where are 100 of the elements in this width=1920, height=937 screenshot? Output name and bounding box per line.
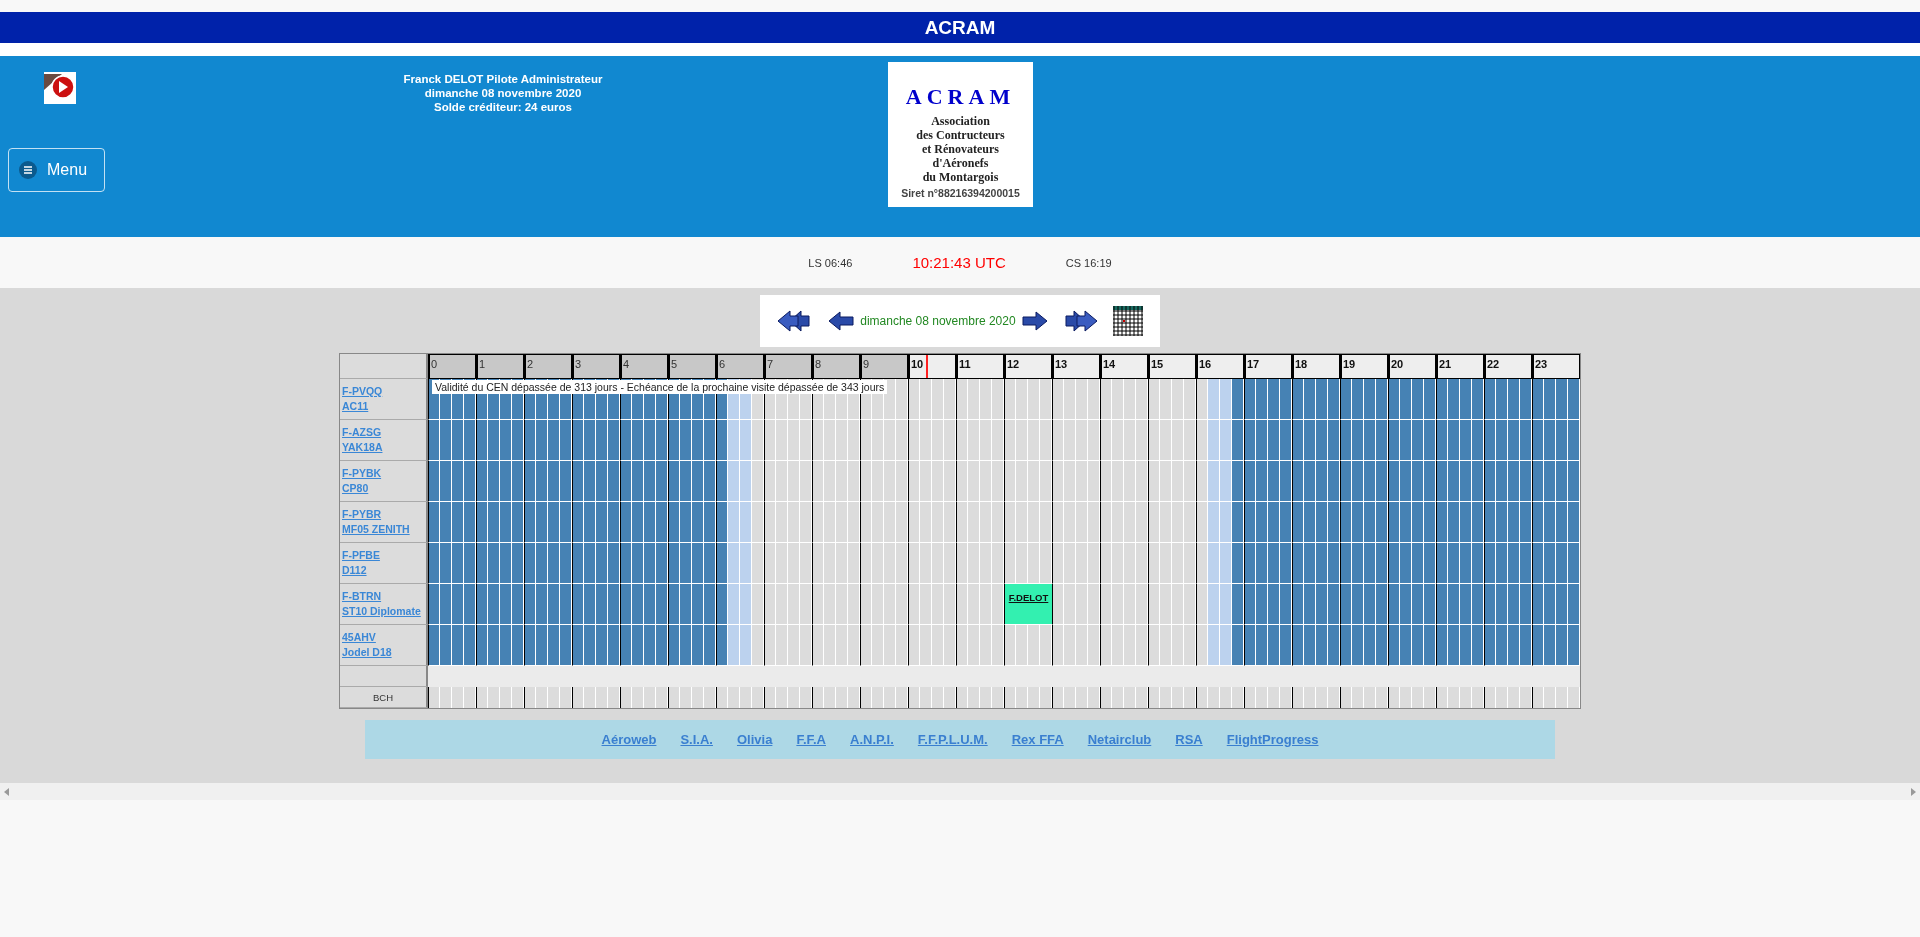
external-link[interactable]: F.F.A [796, 732, 826, 747]
hour-label: 0 [431, 358, 438, 370]
aircraft-registration-link[interactable]: F-PFBE [342, 548, 426, 563]
external-link[interactable]: S.I.A. [680, 732, 713, 747]
user-info-line: Franck DELOT Pilote Administrateur [403, 72, 603, 86]
bch-slot[interactable] [428, 687, 440, 708]
bch-label: BCH [372, 691, 394, 703]
external-link[interactable]: RSA [1175, 732, 1203, 747]
site-title: ACRAM [924, 16, 996, 39]
siret-number: Siret n°88216394200015 [901, 187, 1020, 199]
hour-label: 23 [1535, 358, 1548, 370]
aircraft-model-link[interactable]: Jodel D18 [342, 645, 426, 660]
external-link[interactable]: FlightProgress [1226, 732, 1319, 747]
bch-slot[interactable] [1484, 687, 1496, 708]
external-link[interactable]: Rex FFA [1011, 732, 1064, 747]
bch-slot[interactable] [860, 687, 872, 708]
hour-label: 17 [1247, 358, 1260, 370]
booking-pilot-link[interactable]: F.DELOT [1008, 592, 1049, 624]
hour-label: 3 [575, 358, 582, 370]
external-link[interactable]: Aéroweb [601, 732, 657, 747]
logo-text: Association [931, 114, 990, 128]
bch-slot[interactable] [572, 687, 584, 708]
hour-label: 11 [959, 358, 971, 370]
hour-label: 19 [1343, 358, 1356, 370]
hour-label: 16 [1199, 358, 1212, 370]
bch-slot[interactable] [1148, 687, 1160, 708]
scroll-left-icon[interactable] [4, 787, 10, 796]
hour-label: 5 [671, 358, 678, 370]
hour-label: 1 [479, 358, 486, 370]
previous-day-icon[interactable] [828, 310, 855, 332]
bch-slot[interactable] [1436, 687, 1448, 708]
bch-slot[interactable] [812, 687, 824, 708]
hour-label: 2 [527, 358, 534, 370]
bch-slot[interactable] [1340, 687, 1352, 708]
bch-slot[interactable] [620, 687, 632, 708]
scroll-right-icon[interactable] [1910, 787, 1916, 796]
logo-title: ACRAM [905, 84, 1016, 110]
external-link[interactable]: A.N.P.I. [850, 732, 894, 747]
utc-clock: 10:21:43 UTC [912, 254, 1006, 271]
bch-slot[interactable] [1100, 687, 1112, 708]
previous-week-icon[interactable] [776, 310, 810, 332]
menu-icon [19, 161, 37, 179]
bch-slot[interactable] [1292, 687, 1304, 708]
hour-label: 13 [1055, 358, 1068, 370]
user-info-line: Solde créditeur: 24 euros [433, 100, 572, 114]
bch-slot[interactable] [1052, 687, 1064, 708]
external-link[interactable]: Netairclub [1087, 732, 1152, 747]
aircraft-registration-link[interactable]: F-PVQQ [342, 384, 426, 399]
bch-slot[interactable] [1532, 687, 1544, 708]
bch-slot[interactable] [1004, 687, 1016, 708]
hour-label: 4 [623, 358, 630, 370]
logo-text: des Contructeurs [916, 128, 1005, 142]
next-day-icon[interactable] [1021, 310, 1048, 332]
bch-slot[interactable] [716, 687, 728, 708]
hour-label: 8 [815, 358, 822, 370]
horizontal-scrollbar[interactable] [0, 783, 1920, 800]
aircraft-model-link[interactable]: AC11 [342, 399, 426, 414]
hour-label: 6 [719, 358, 726, 370]
hour-label: 7 [767, 358, 774, 370]
aircraft-model-link[interactable]: D112 [342, 563, 426, 578]
bch-slot[interactable] [956, 687, 968, 708]
aircraft-registration-link[interactable]: F-PYBK [342, 466, 426, 481]
hour-label: 21 [1439, 358, 1452, 370]
logo-text: d'Aéronefs [932, 156, 989, 170]
aircraft-registration-link[interactable]: 45AHV [342, 630, 426, 645]
bch-slot[interactable] [476, 687, 488, 708]
aircraft-model-link[interactable]: ST10 Diplomate [342, 604, 426, 619]
hour-label: 14 [1103, 358, 1116, 370]
hour-label: 15 [1151, 358, 1164, 370]
bch-slot[interactable] [764, 687, 776, 708]
aircraft-registration-link[interactable]: F-AZSG [342, 425, 426, 440]
bch-slot[interactable] [524, 687, 536, 708]
calendar-icon[interactable] [1112, 305, 1144, 337]
menu-button[interactable]: Menu [8, 148, 105, 192]
external-link[interactable]: Olivia [736, 732, 773, 747]
hour-label: 10 [911, 358, 924, 370]
bch-slot[interactable] [1196, 687, 1208, 708]
bch-slot[interactable] [1388, 687, 1400, 708]
aircraft-registration-link[interactable]: F-PYBR [342, 507, 426, 522]
bch-slot[interactable] [908, 687, 920, 708]
bch-slot[interactable] [1244, 687, 1256, 708]
hour-label: 12 [1007, 358, 1020, 370]
external-link[interactable]: F.F.P.L.U.M. [917, 732, 988, 747]
logo-text: du Montargois [922, 170, 999, 184]
logo-text: et Rénovateurs [922, 142, 999, 156]
next-week-icon[interactable] [1064, 310, 1099, 332]
aircraft-registration-link[interactable]: F-BTRN [342, 589, 426, 604]
aircraft-model-link[interactable]: CP80 [342, 481, 426, 496]
exit-icon[interactable] [44, 72, 76, 104]
aircraft-model-link[interactable]: MF05 ZENITH [342, 522, 426, 537]
bch-slot[interactable] [668, 687, 680, 708]
current-date: dimanche 08 novembre 2020 [860, 314, 1016, 328]
hour-label: 18 [1295, 358, 1308, 370]
sunrise-time: LS 06:46 [808, 256, 853, 269]
booking-block[interactable]: F.DELOT [1004, 584, 1052, 625]
sunset-time: CS 16:19 [1065, 256, 1112, 269]
hour-label: 9 [863, 358, 870, 370]
user-info-line: dimanche 08 novembre 2020 [424, 86, 582, 100]
aircraft-model-link[interactable]: YAK18A [342, 440, 426, 455]
hour-label: 20 [1391, 358, 1404, 370]
